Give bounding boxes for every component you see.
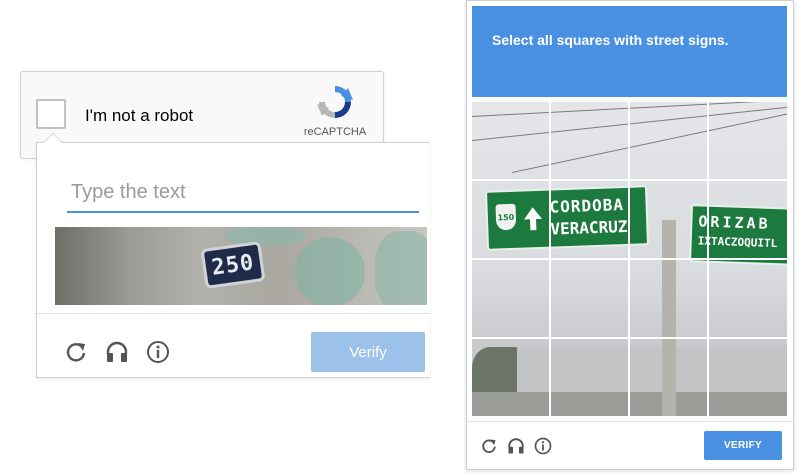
image-tile[interactable] [551, 338, 630, 416]
photo-shape [375, 231, 427, 305]
reload-icon[interactable] [65, 341, 87, 368]
image-challenge-panel: Select all squares with street signs. 15… [466, 0, 794, 470]
text-challenge-footer: Verify [37, 313, 430, 380]
image-tile[interactable] [472, 102, 551, 181]
not-a-robot-label: I'm not a robot [85, 106, 194, 125]
image-tile[interactable] [630, 181, 709, 260]
image-tile[interactable] [708, 102, 787, 181]
captcha-text-input[interactable] [67, 173, 419, 213]
challenge-header: Select all squares with street signs. [472, 6, 787, 97]
info-icon[interactable] [146, 340, 170, 369]
photo-shape [225, 227, 305, 245]
grid-line [472, 258, 787, 260]
photo-shape [295, 237, 365, 305]
image-tile[interactable] [630, 338, 709, 416]
grid-line [472, 179, 787, 181]
image-tile[interactable] [551, 260, 630, 339]
recaptcha-brand: reCAPTCHA [303, 126, 367, 138]
verify-button-disabled[interactable]: Verify [311, 332, 425, 372]
image-tile[interactable] [708, 181, 787, 260]
image-tile[interactable] [472, 338, 551, 416]
image-tile[interactable] [551, 102, 630, 181]
verify-button[interactable]: VERIFY [704, 431, 782, 460]
image-tile[interactable] [708, 338, 787, 416]
captcha-text-image: 250 [55, 227, 427, 305]
audio-icon[interactable] [105, 340, 129, 369]
house-number-plate: 250 [200, 241, 266, 289]
challenge-instructions: Select all squares with street signs. [492, 32, 729, 48]
recaptcha-logo: reCAPTCHA [303, 82, 367, 138]
reload-icon[interactable] [481, 438, 497, 459]
info-icon[interactable] [534, 437, 552, 460]
street-photo: 150 CORDOBA VERACRUZ ORIZAB IXTACZOQUITL [472, 102, 787, 416]
image-challenge-footer: VERIFY [467, 421, 793, 470]
image-tile[interactable] [551, 181, 630, 260]
image-tile[interactable] [472, 181, 551, 260]
not-a-robot-checkbox[interactable] [36, 99, 66, 129]
image-tile[interactable] [630, 102, 709, 181]
panel-pointer-inner [44, 134, 62, 143]
image-tile[interactable] [472, 260, 551, 339]
image-tile[interactable] [708, 260, 787, 339]
recaptcha-logo-icon [317, 86, 353, 118]
image-tile[interactable] [630, 260, 709, 339]
grid-line [472, 337, 787, 339]
text-challenge-panel: 250 Verify [36, 133, 430, 380]
audio-icon[interactable] [507, 437, 525, 460]
